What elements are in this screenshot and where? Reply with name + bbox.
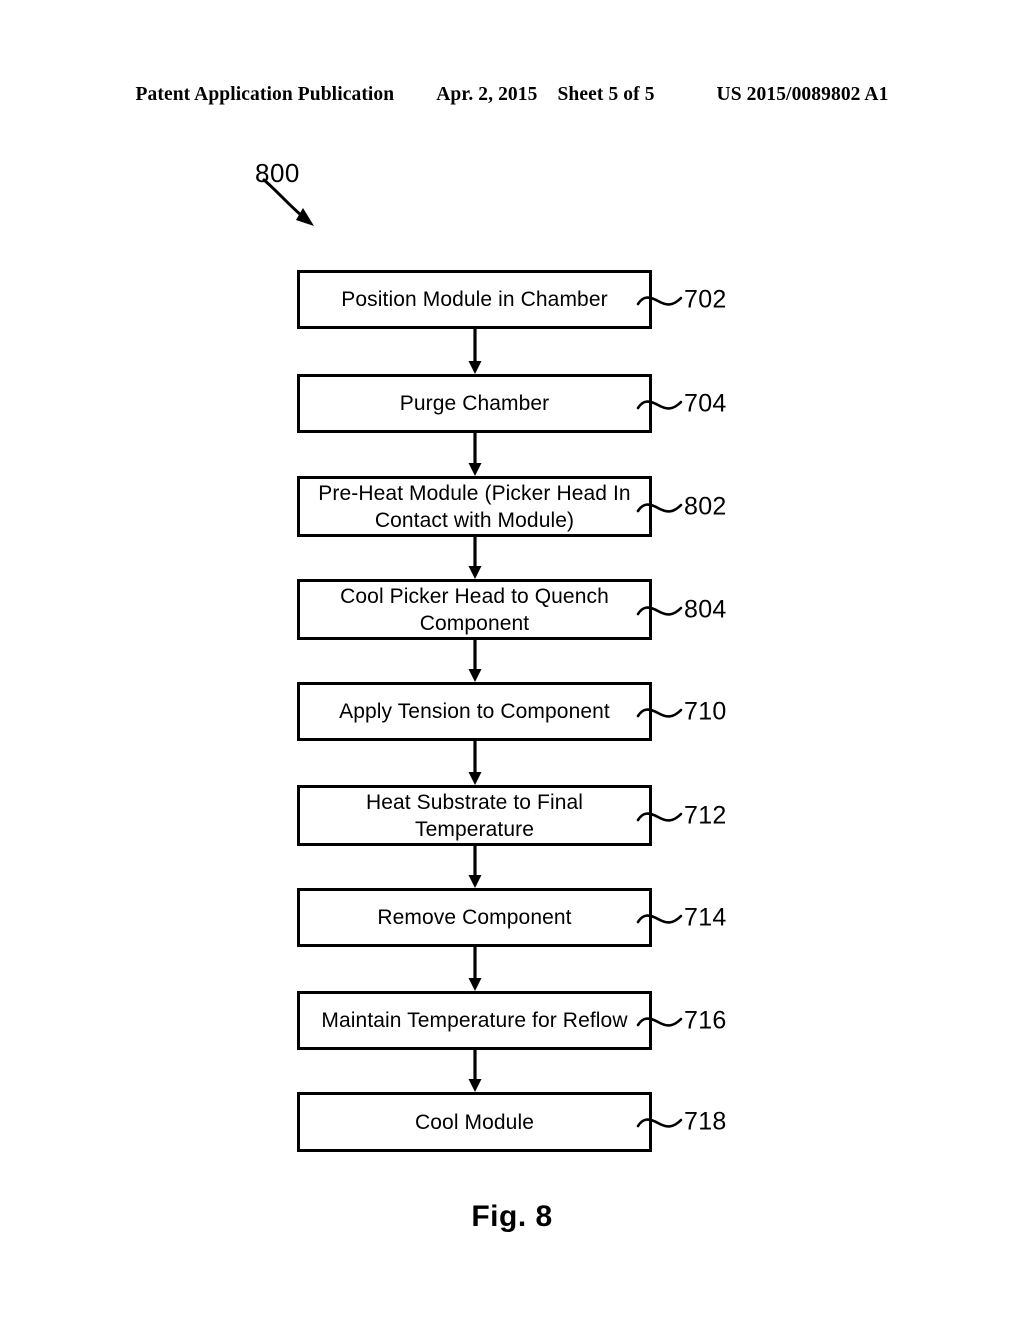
figure-caption: Fig. 8 [471, 1200, 553, 1233]
flowchart-step-label: Pre-Heat Module (Picker Head In Contact … [318, 481, 631, 532]
leader-squiggle-icon [636, 692, 684, 732]
leader-squiggle-icon [636, 487, 684, 527]
leader-squiggle-icon [636, 1001, 684, 1041]
flowchart-step-718: Cool Module [297, 1092, 652, 1152]
flowchart-step-label: Maintain Temperature for Reflow [321, 1009, 628, 1032]
flowchart-step-802: Pre-Heat Module (Picker Head In Contact … [297, 476, 652, 537]
flowchart-step-label: Cool Module [415, 1110, 534, 1134]
flowchart-step-label: Remove Component [377, 906, 572, 929]
reference-numeral-text: 714 [684, 903, 727, 931]
reference-numeral-text: 710 [684, 697, 727, 725]
leader-squiggle-icon [636, 796, 684, 836]
flowchart-step-label: Heat Substrate to Final Temperature [365, 790, 584, 841]
reference-numeral-text: 802 [684, 492, 727, 520]
flowchart-step-label: Apply Tension to Component [339, 700, 610, 723]
flowchart-step-714: Remove Component [297, 888, 652, 947]
flowchart-step-702: Position Module in Chamber [297, 270, 652, 329]
flowchart-step-label: Position Module in Chamber [341, 288, 608, 311]
flowchart-step-704: Purge Chamber [297, 374, 652, 433]
flowchart: Position Module in Chamber 702 Purge Chamb… [0, 0, 1024, 1320]
leader-squiggle-icon [636, 1102, 684, 1142]
flow-connector-arrow-icon [466, 640, 484, 682]
flow-connector-arrow-icon [466, 433, 484, 476]
flowchart-step-804: Cool Picker Head to Quench Component [297, 579, 652, 640]
flowchart-step-label: Cool Picker Head to Quench Component [340, 584, 609, 635]
flow-connector-arrow-icon [466, 741, 484, 785]
reference-numeral-text: 804 [684, 595, 727, 623]
flowchart-step-716: Maintain Temperature for Reflow [297, 991, 652, 1050]
leader-squiggle-icon [636, 898, 684, 938]
flow-connector-arrow-icon [466, 1050, 484, 1092]
reference-numeral-text: 718 [684, 1107, 727, 1136]
flowchart-step-label: Purge Chamber [399, 392, 550, 415]
leader-squiggle-icon [636, 384, 684, 424]
flow-connector-arrow-icon [466, 329, 484, 374]
flow-connector-arrow-icon [466, 947, 484, 991]
flow-connector-arrow-icon [466, 537, 484, 579]
reference-numeral-text: 704 [684, 389, 727, 417]
leader-squiggle-icon [636, 280, 684, 320]
flowchart-step-710: Apply Tension to Component [297, 682, 652, 741]
reference-numeral-text: 702 [684, 285, 727, 313]
reference-numeral-text: 712 [684, 801, 727, 829]
flow-connector-arrow-icon [466, 846, 484, 888]
reference-numeral-text: 716 [684, 1006, 727, 1034]
leader-squiggle-icon [636, 590, 684, 630]
flowchart-step-712: Heat Substrate to Final Temperature [297, 785, 652, 846]
